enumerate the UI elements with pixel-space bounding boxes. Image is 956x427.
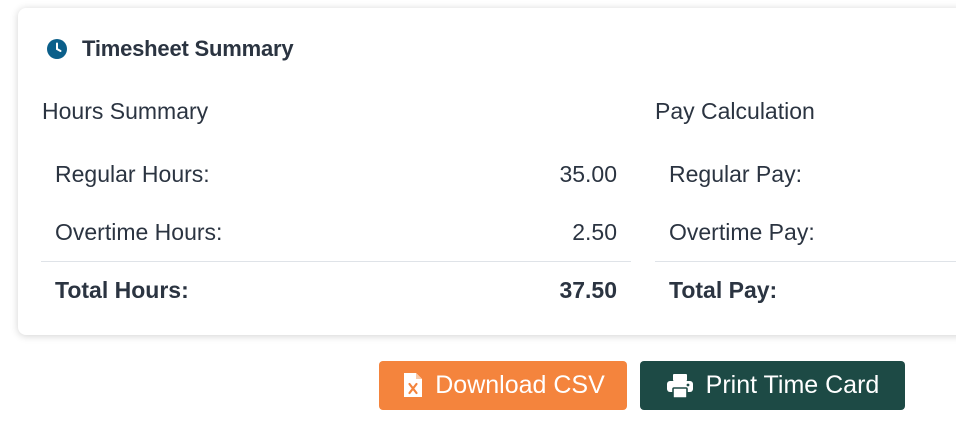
overtime-hours-value: 2.50 <box>572 218 617 245</box>
hours-summary-table: Regular Hours: 35.00 Overtime Hours: 2.5… <box>41 145 631 319</box>
print-time-card-label: Print Time Card <box>705 371 880 399</box>
regular-pay-label: Regular Pay: <box>669 160 802 187</box>
file-excel-icon <box>401 372 425 400</box>
pay-calculation-heading: Pay Calculation <box>655 98 815 124</box>
overtime-hours-label: Overtime Hours: <box>55 218 223 245</box>
regular-pay-row: Regular Pay: <box>655 145 956 203</box>
hours-summary-heading: Hours Summary <box>42 98 209 124</box>
pay-calculation-table: Regular Pay: Overtime Pay: Total Pay: <box>655 145 956 319</box>
download-csv-button[interactable]: Download CSV <box>379 361 627 410</box>
total-pay-row: Total Pay: <box>655 261 956 319</box>
regular-hours-value: 35.00 <box>559 160 617 187</box>
card-header: Timesheet Summary <box>46 36 294 62</box>
total-hours-row: Total Hours: 37.50 <box>41 261 631 319</box>
print-time-card-button[interactable]: Print Time Card <box>640 361 905 410</box>
regular-hours-label: Regular Hours: <box>55 160 210 187</box>
overtime-pay-label: Overtime Pay: <box>669 218 815 245</box>
overtime-pay-row: Overtime Pay: <box>655 203 956 261</box>
download-csv-label: Download CSV <box>435 371 605 399</box>
printer-icon <box>666 373 694 399</box>
regular-hours-row: Regular Hours: 35.00 <box>41 145 631 203</box>
total-pay-label: Total Pay: <box>669 277 778 303</box>
card-title: Timesheet Summary <box>82 36 294 61</box>
total-hours-value: 37.50 <box>559 277 617 303</box>
timesheet-summary-card: Timesheet Summary Hours Summary Pay Calc… <box>18 8 956 335</box>
total-hours-label: Total Hours: <box>55 277 189 303</box>
clock-icon <box>46 38 68 60</box>
overtime-hours-row: Overtime Hours: 2.50 <box>41 203 631 261</box>
